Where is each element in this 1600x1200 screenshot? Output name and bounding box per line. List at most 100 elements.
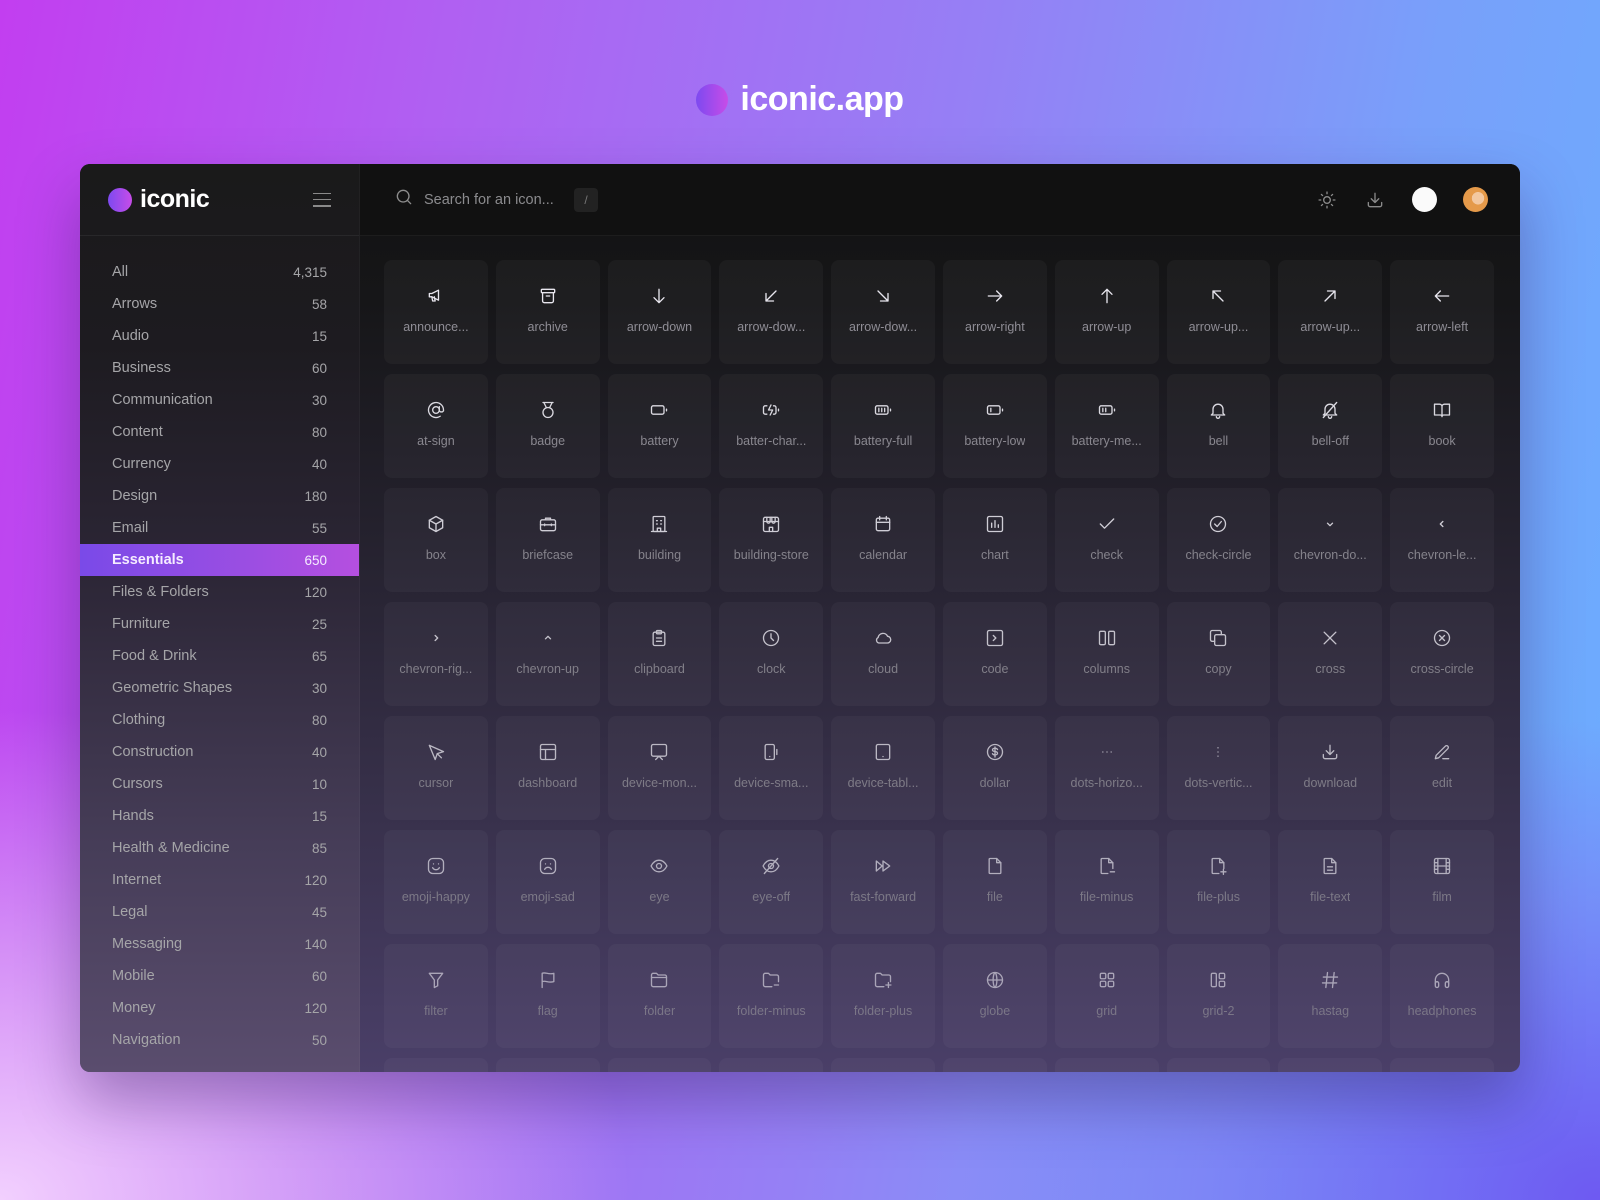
sidebar-item-arrows[interactable]: Arrows 58: [80, 288, 359, 320]
icon-tile-device-monitor[interactable]: device-mon...: [608, 716, 712, 820]
icon-tile-folder-minus[interactable]: folder-minus: [719, 944, 823, 1048]
icon-tile-clipboard[interactable]: clipboard: [608, 602, 712, 706]
icon-tile-calendar[interactable]: calendar: [831, 488, 935, 592]
icon-tile-dots-vertical[interactable]: dots-vertic...: [1167, 716, 1271, 820]
icon-tile-copy[interactable]: copy: [1167, 602, 1271, 706]
menu-icon[interactable]: [313, 192, 331, 207]
icon-tile-arrow-down-left[interactable]: arrow-dow...: [719, 260, 823, 364]
icon-tile-box[interactable]: box: [384, 488, 488, 592]
icon-tile-building-store[interactable]: building-store: [719, 488, 823, 592]
sidebar-item-mobile[interactable]: Mobile 60: [80, 960, 359, 992]
sidebar-item-audio[interactable]: Audio 15: [80, 320, 359, 352]
status-circle-button[interactable]: [1412, 187, 1437, 212]
icon-tile-folder[interactable]: folder: [608, 944, 712, 1048]
icon-tile-cloud[interactable]: cloud: [831, 602, 935, 706]
icon-tile-dashboard[interactable]: dashboard: [496, 716, 600, 820]
icon-tile-partial[interactable]: [1278, 1058, 1382, 1072]
icon-tile-announcement[interactable]: announce...: [384, 260, 488, 364]
icon-tile-battery-low[interactable]: battery-low: [943, 374, 1047, 478]
icon-tile-cursor[interactable]: cursor: [384, 716, 488, 820]
sidebar-item-money[interactable]: Money 120: [80, 992, 359, 1024]
icon-tile-partial[interactable]: [496, 1058, 600, 1072]
sidebar-item-clothing[interactable]: Clothing 80: [80, 704, 359, 736]
sidebar-item-legal[interactable]: Legal 45: [80, 896, 359, 928]
sidebar-item-construction[interactable]: Construction 40: [80, 736, 359, 768]
download-icon[interactable]: [1364, 189, 1386, 211]
icon-tile-dots-horizontal[interactable]: dots-horizo...: [1055, 716, 1159, 820]
icon-tile-partial[interactable]: [608, 1058, 712, 1072]
sidebar-item-email[interactable]: Email 55: [80, 512, 359, 544]
sidebar-item-files-folders[interactable]: Files & Folders 120: [80, 576, 359, 608]
icon-tile-chevron-right[interactable]: chevron-rig...: [384, 602, 488, 706]
icon-tile-fast-forward[interactable]: fast-forward: [831, 830, 935, 934]
sidebar-item-furniture[interactable]: Furniture 25: [80, 608, 359, 640]
sidebar-item-business[interactable]: Business 60: [80, 352, 359, 384]
icon-tile-arrow-up-right[interactable]: arrow-up...: [1278, 260, 1382, 364]
icon-tile-filter[interactable]: filter: [384, 944, 488, 1048]
icon-tile-columns[interactable]: columns: [1055, 602, 1159, 706]
icon-tile-battery-full[interactable]: battery-full: [831, 374, 935, 478]
icon-tile-partial[interactable]: [831, 1058, 935, 1072]
icon-tile-partial[interactable]: [1167, 1058, 1271, 1072]
sidebar-item-food-drink[interactable]: Food & Drink 65: [80, 640, 359, 672]
icon-tile-device-tablet[interactable]: device-tabl...: [831, 716, 935, 820]
icon-tile-device-smartphone[interactable]: device-sma...: [719, 716, 823, 820]
icon-tile-chevron-left[interactable]: chevron-le...: [1390, 488, 1494, 592]
icon-tile-arrow-down-right[interactable]: arrow-dow...: [831, 260, 935, 364]
icon-tile-badge[interactable]: badge: [496, 374, 600, 478]
icon-tile-folder-plus[interactable]: folder-plus: [831, 944, 935, 1048]
sidebar-item-design[interactable]: Design 180: [80, 480, 359, 512]
sidebar-item-essentials[interactable]: Essentials 650: [80, 544, 359, 576]
icon-tile-check-circle[interactable]: check-circle: [1167, 488, 1271, 592]
icon-tile-battery-medium[interactable]: battery-me...: [1055, 374, 1159, 478]
icon-tile-emoji-sad[interactable]: emoji-sad: [496, 830, 600, 934]
icon-tile-chevron-down[interactable]: chevron-do...: [1278, 488, 1382, 592]
icon-tile-cross[interactable]: cross: [1278, 602, 1382, 706]
icon-tile-headphones[interactable]: headphones: [1390, 944, 1494, 1048]
icon-tile-file-text[interactable]: file-text: [1278, 830, 1382, 934]
sidebar-item-navigation[interactable]: Navigation 50: [80, 1024, 359, 1056]
sidebar-item-hands[interactable]: Hands 15: [80, 800, 359, 832]
icon-tile-clock[interactable]: clock: [719, 602, 823, 706]
icon-tile-arrow-left[interactable]: arrow-left: [1390, 260, 1494, 364]
icon-tile-emoji-happy[interactable]: emoji-happy: [384, 830, 488, 934]
icon-tile-arrow-up[interactable]: arrow-up: [1055, 260, 1159, 364]
sidebar-item-cursors[interactable]: Cursors 10: [80, 768, 359, 800]
icon-tile-cross-circle[interactable]: cross-circle: [1390, 602, 1494, 706]
sidebar-item-communication[interactable]: Communication 30: [80, 384, 359, 416]
icon-tile-globe[interactable]: globe: [943, 944, 1047, 1048]
icon-tile-grid-2[interactable]: grid-2: [1167, 944, 1271, 1048]
icon-tile-partial[interactable]: [1390, 1058, 1494, 1072]
sidebar-item-all[interactable]: All 4,315: [80, 256, 359, 288]
icon-tile-archive[interactable]: archive: [496, 260, 600, 364]
icon-tile-chevron-up[interactable]: chevron-up: [496, 602, 600, 706]
sidebar-item-content[interactable]: Content 80: [80, 416, 359, 448]
icon-tile-arrow-right[interactable]: arrow-right: [943, 260, 1047, 364]
icon-tile-file-minus[interactable]: file-minus: [1055, 830, 1159, 934]
icon-tile-film[interactable]: film: [1390, 830, 1494, 934]
icon-tile-battery[interactable]: battery: [608, 374, 712, 478]
icon-tile-bell-off[interactable]: bell-off: [1278, 374, 1382, 478]
icon-tile-partial[interactable]: [943, 1058, 1047, 1072]
icon-tile-check[interactable]: check: [1055, 488, 1159, 592]
avatar[interactable]: [1463, 187, 1488, 212]
search-input[interactable]: [424, 191, 564, 208]
icon-tile-arrow-up-left[interactable]: arrow-up...: [1167, 260, 1271, 364]
icon-tile-grid[interactable]: grid: [1055, 944, 1159, 1048]
icon-tile-partial[interactable]: [719, 1058, 823, 1072]
icon-tile-partial[interactable]: [384, 1058, 488, 1072]
icon-tile-chart[interactable]: chart: [943, 488, 1047, 592]
icon-tile-flag[interactable]: flag: [496, 944, 600, 1048]
icon-tile-partial[interactable]: [1055, 1058, 1159, 1072]
sidebar-item-health-medicine[interactable]: Health & Medicine 85: [80, 832, 359, 864]
icon-tile-hashtag[interactable]: hastag: [1278, 944, 1382, 1048]
icon-tile-code[interactable]: code: [943, 602, 1047, 706]
icon-tile-file-plus[interactable]: file-plus: [1167, 830, 1271, 934]
icon-tile-book[interactable]: book: [1390, 374, 1494, 478]
icon-tile-bell[interactable]: bell: [1167, 374, 1271, 478]
icon-tile-building[interactable]: building: [608, 488, 712, 592]
sidebar-item-geometric-shapes[interactable]: Geometric Shapes 30: [80, 672, 359, 704]
sidebar-item-internet[interactable]: Internet 120: [80, 864, 359, 896]
icon-tile-battery-charging[interactable]: batter-char...: [719, 374, 823, 478]
icon-tile-eye-off[interactable]: eye-off: [719, 830, 823, 934]
